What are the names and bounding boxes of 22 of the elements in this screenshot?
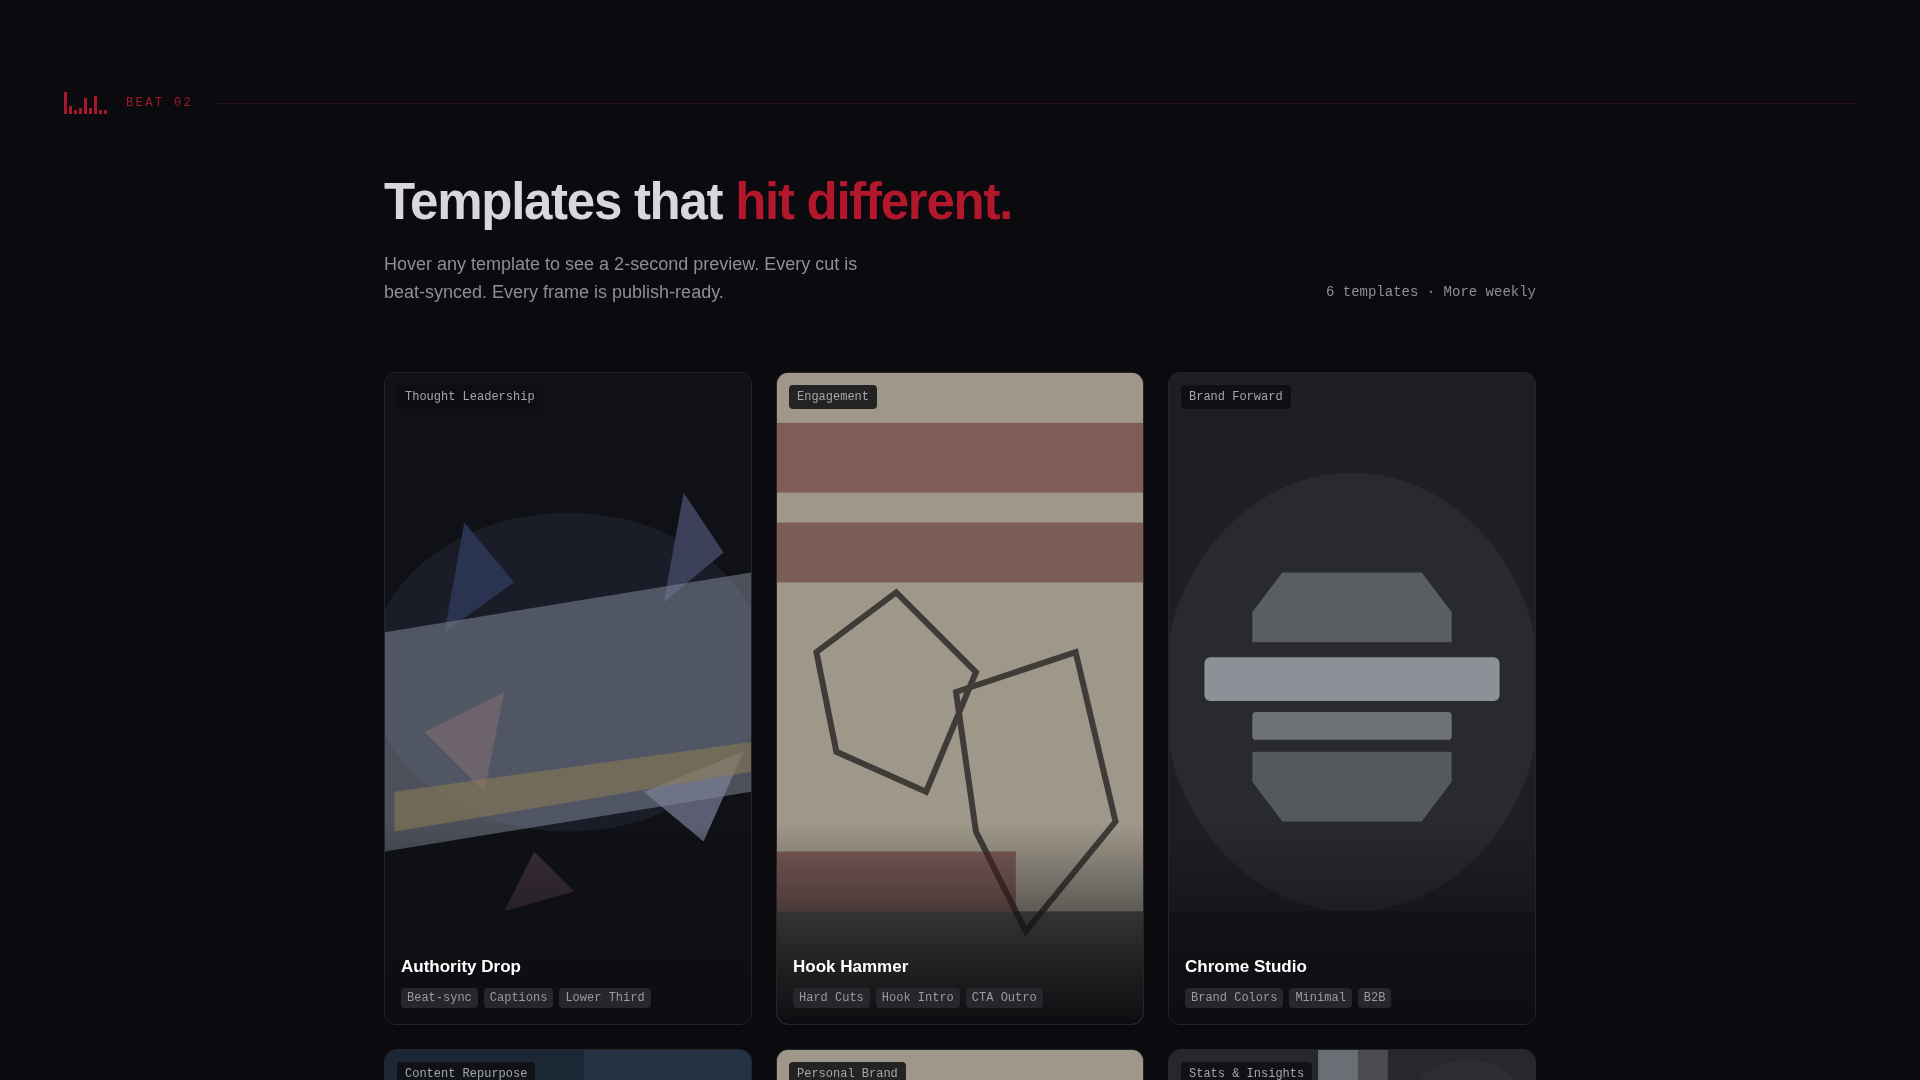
tag: Beat-sync xyxy=(401,987,478,1008)
template-card[interactable]: Content Repurpose xyxy=(384,1048,752,1080)
template-card[interactable]: Engagement Hook Hammer Hard Cuts Hook Intro CTA Outro xyxy=(776,371,1144,1025)
card-title: Authority Drop xyxy=(401,956,522,979)
card-title: Hook Hammer xyxy=(793,956,910,979)
template-count: 6 templates · More weekly xyxy=(1325,282,1536,302)
page-heading: Templates that hit different. xyxy=(384,172,1013,232)
tag: Minimal xyxy=(1289,987,1352,1008)
template-card[interactable]: Stats & Insights xyxy=(1168,1048,1536,1080)
category-badge: Thought Leadership xyxy=(397,384,543,409)
category-badge: Brand Forward xyxy=(1181,384,1291,409)
category-badge: Engagement xyxy=(789,384,877,409)
tag: Hard Cuts xyxy=(793,987,870,1008)
tag: Brand Colors xyxy=(1185,987,1284,1008)
template-card[interactable]: Brand Forward Chrome Studio Brand Colors Minimal B2B xyxy=(1168,371,1536,1025)
equalizer-icon xyxy=(64,92,110,114)
template-card[interactable]: Personal Brand xyxy=(776,1048,1144,1080)
brand-label: BEAT 02 xyxy=(126,95,194,111)
card-title: Chrome Studio xyxy=(1185,956,1308,979)
template-card[interactable]: Thought Leadership Authority Drop Beat-sync Captions Lower Third xyxy=(384,371,752,1025)
tag: Lower Third xyxy=(559,987,651,1008)
intro-text: Hover any template to see a 2-second preview. Every cut is beat-synced. Every frame is publish-ready. xyxy=(384,252,859,304)
